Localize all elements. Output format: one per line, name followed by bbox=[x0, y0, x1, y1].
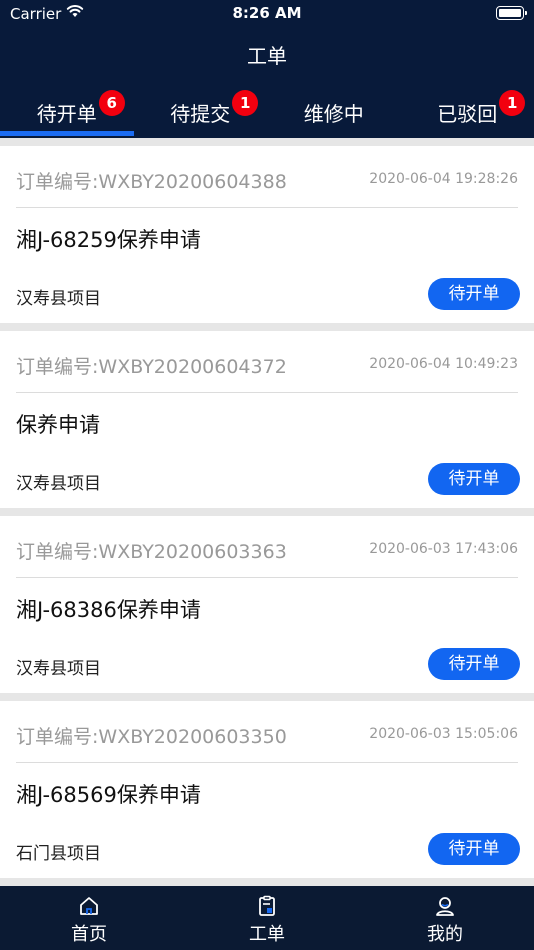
tabbar-label: 工单 bbox=[249, 924, 285, 945]
order-title: 保养申请 bbox=[16, 413, 100, 437]
order-number: 订单编号:WXBY20200604372 bbox=[16, 356, 287, 378]
home-icon bbox=[80, 897, 98, 915]
order-title: 湘J-68569保养申请 bbox=[16, 783, 201, 807]
order-card[interactable]: 订单编号:WXBY20200604372 2020-06-04 10:49:23… bbox=[0, 331, 534, 508]
order-status-button[interactable]: 待开单 bbox=[428, 463, 520, 495]
battery-icon bbox=[496, 6, 527, 20]
order-time: 2020-06-04 10:49:23 bbox=[369, 356, 518, 372]
order-status-button[interactable]: 待开单 bbox=[428, 648, 520, 680]
order-time: 2020-06-04 19:28:26 bbox=[369, 171, 518, 187]
order-card[interactable]: 订单编号:WXBY20200603350 2020-06-03 15:05:06… bbox=[0, 701, 534, 878]
tab-badge: 6 bbox=[98, 90, 125, 116]
order-project: 汉寿县项目 bbox=[16, 474, 101, 494]
page-title: 工单 bbox=[247, 44, 287, 68]
bottom-tab-bar: 首页 工单 我的 bbox=[0, 886, 534, 950]
order-card[interactable]: 订单编号:WXBY20200603363 2020-06-03 17:43:06… bbox=[0, 516, 534, 693]
tab-label: 维修中 bbox=[303, 102, 364, 126]
order-card-header: 订单编号:WXBY20200604388 2020-06-04 19:28:26 bbox=[16, 146, 518, 208]
tabbar-label: 首页 bbox=[71, 924, 107, 945]
tabbar-home[interactable]: 首页 bbox=[0, 886, 178, 950]
header: Carrier 8:26 AM 工单 待开单 6 待提交 1 维修中 已驳回 1 bbox=[0, 0, 534, 138]
tab-rejected[interactable]: 已驳回 1 bbox=[401, 86, 534, 138]
order-title: 湘J-68259保养申请 bbox=[16, 228, 201, 252]
tab-label: 待开单 bbox=[36, 102, 97, 126]
order-time: 2020-06-03 15:05:06 bbox=[369, 726, 518, 742]
order-card-header: 订单编号:WXBY20200603350 2020-06-03 15:05:06 bbox=[16, 701, 518, 763]
order-project: 汉寿县项目 bbox=[16, 289, 101, 309]
tab-badge: 1 bbox=[499, 90, 526, 116]
tab-label: 已驳回 bbox=[437, 102, 498, 126]
order-project: 汉寿县项目 bbox=[16, 659, 101, 679]
tabbar-profile[interactable]: 我的 bbox=[356, 886, 534, 950]
order-card-header: 订单编号:WXBY20200603363 2020-06-03 17:43:06 bbox=[16, 516, 518, 578]
clipboard-icon bbox=[259, 895, 275, 916]
order-number: 订单编号:WXBY20200604388 bbox=[16, 171, 287, 193]
status-time: 8:26 AM bbox=[232, 4, 302, 22]
order-card[interactable]: 订单编号:WXBY20200604388 2020-06-04 19:28:26… bbox=[0, 146, 534, 323]
order-time: 2020-06-03 17:43:06 bbox=[369, 541, 518, 557]
order-status-button[interactable]: 待开单 bbox=[428, 278, 520, 310]
tabbar-label: 我的 bbox=[427, 924, 463, 945]
user-icon bbox=[436, 897, 454, 916]
order-number: 订单编号:WXBY20200603350 bbox=[16, 726, 287, 748]
order-card-header: 订单编号:WXBY20200604372 2020-06-04 10:49:23 bbox=[16, 331, 518, 393]
status-bar: Carrier 8:26 AM bbox=[0, 0, 534, 28]
active-tab-indicator bbox=[0, 131, 134, 136]
tab-pending-submit[interactable]: 待提交 1 bbox=[134, 86, 268, 138]
tab-in-repair[interactable]: 维修中 bbox=[267, 86, 401, 138]
order-list: 订单编号:WXBY20200604388 2020-06-04 19:28:26… bbox=[0, 146, 534, 886]
order-status-button[interactable]: 待开单 bbox=[428, 833, 520, 865]
tab-bar: 待开单 6 待提交 1 维修中 已驳回 1 bbox=[0, 86, 534, 138]
tab-pending-open[interactable]: 待开单 6 bbox=[0, 86, 134, 138]
tabbar-work-orders[interactable]: 工单 bbox=[178, 886, 356, 950]
tab-label: 待提交 bbox=[170, 102, 231, 126]
order-number: 订单编号:WXBY20200603363 bbox=[16, 541, 287, 563]
order-title: 湘J-68386保养申请 bbox=[16, 598, 201, 622]
order-project: 石门县项目 bbox=[16, 844, 101, 864]
tab-badge: 1 bbox=[232, 90, 259, 116]
